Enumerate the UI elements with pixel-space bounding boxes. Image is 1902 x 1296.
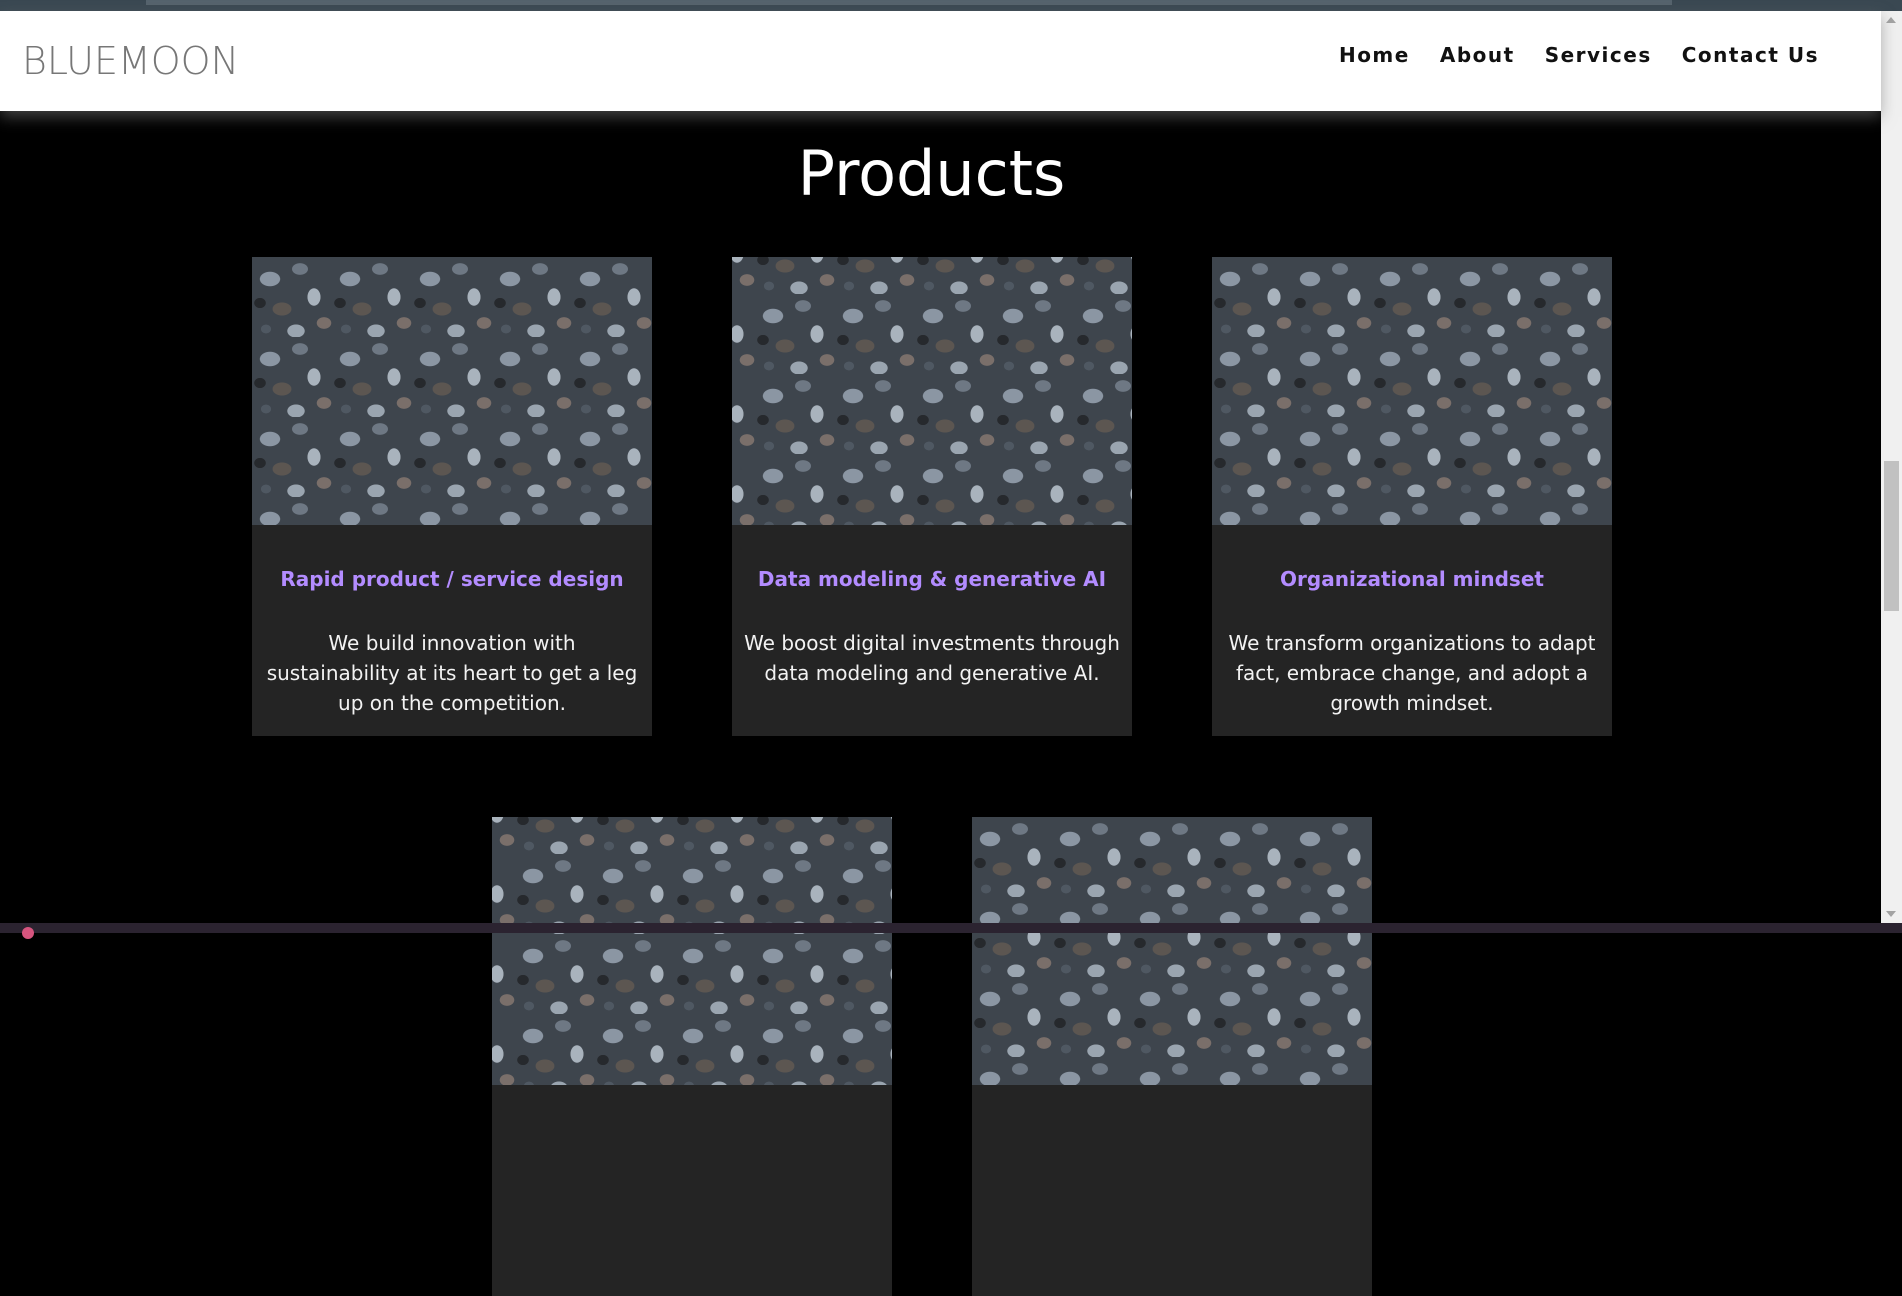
product-card-title: Data modeling & generative AI xyxy=(757,567,1107,591)
product-card-4[interactable] xyxy=(492,817,892,1296)
nav-contact-link[interactable]: Contact Us xyxy=(1682,43,1819,67)
product-card-organizational-mindset[interactable]: Organizational mindset We transform orga… xyxy=(1212,257,1612,736)
product-card-rapid-design[interactable]: Rapid product / service design We build … xyxy=(252,257,652,736)
product-card-5[interactable] xyxy=(972,817,1372,1296)
main-nav: Home About Services Contact Us xyxy=(1339,43,1819,67)
product-card-description: We boost digital investments through dat… xyxy=(744,631,1120,685)
nav-home-link[interactable]: Home xyxy=(1339,43,1410,67)
browser-top-strip xyxy=(0,0,1902,11)
products-section: Products Rapid product / service design … xyxy=(0,111,1881,1296)
taskbar-app-icon[interactable] xyxy=(22,927,34,939)
scroll-up-arrow-icon[interactable] xyxy=(1886,17,1896,23)
products-title: Products xyxy=(797,137,1066,210)
browser-top-strip-highlight xyxy=(146,0,1672,5)
product-card-description: We build innovation with sustainability … xyxy=(266,631,638,715)
product-card-description: We transform organizations to adapt fact… xyxy=(1228,631,1596,715)
product-card-data-modeling[interactable]: Data modeling & generative AI We boost d… xyxy=(732,257,1132,736)
product-card-title: Organizational mindset xyxy=(1280,567,1544,591)
scrollbar-thumb[interactable] xyxy=(1884,461,1899,611)
product-card-image xyxy=(492,817,892,1085)
navbar: BLUEMOON Home About Services Contact Us xyxy=(0,11,1881,111)
page-scrollbar[interactable] xyxy=(1881,11,1902,923)
site-logo[interactable]: BLUEMOON xyxy=(22,39,239,83)
nav-about-link[interactable]: About xyxy=(1440,43,1515,67)
os-taskbar xyxy=(0,923,1902,939)
product-card-title: Rapid product / service design xyxy=(280,567,624,591)
nav-services-link[interactable]: Services xyxy=(1545,43,1652,67)
product-card-image xyxy=(732,257,1132,525)
product-card-image xyxy=(252,257,652,525)
scroll-down-arrow-icon[interactable] xyxy=(1886,911,1896,917)
product-card-image xyxy=(972,817,1372,1085)
product-card-image xyxy=(1212,257,1612,525)
